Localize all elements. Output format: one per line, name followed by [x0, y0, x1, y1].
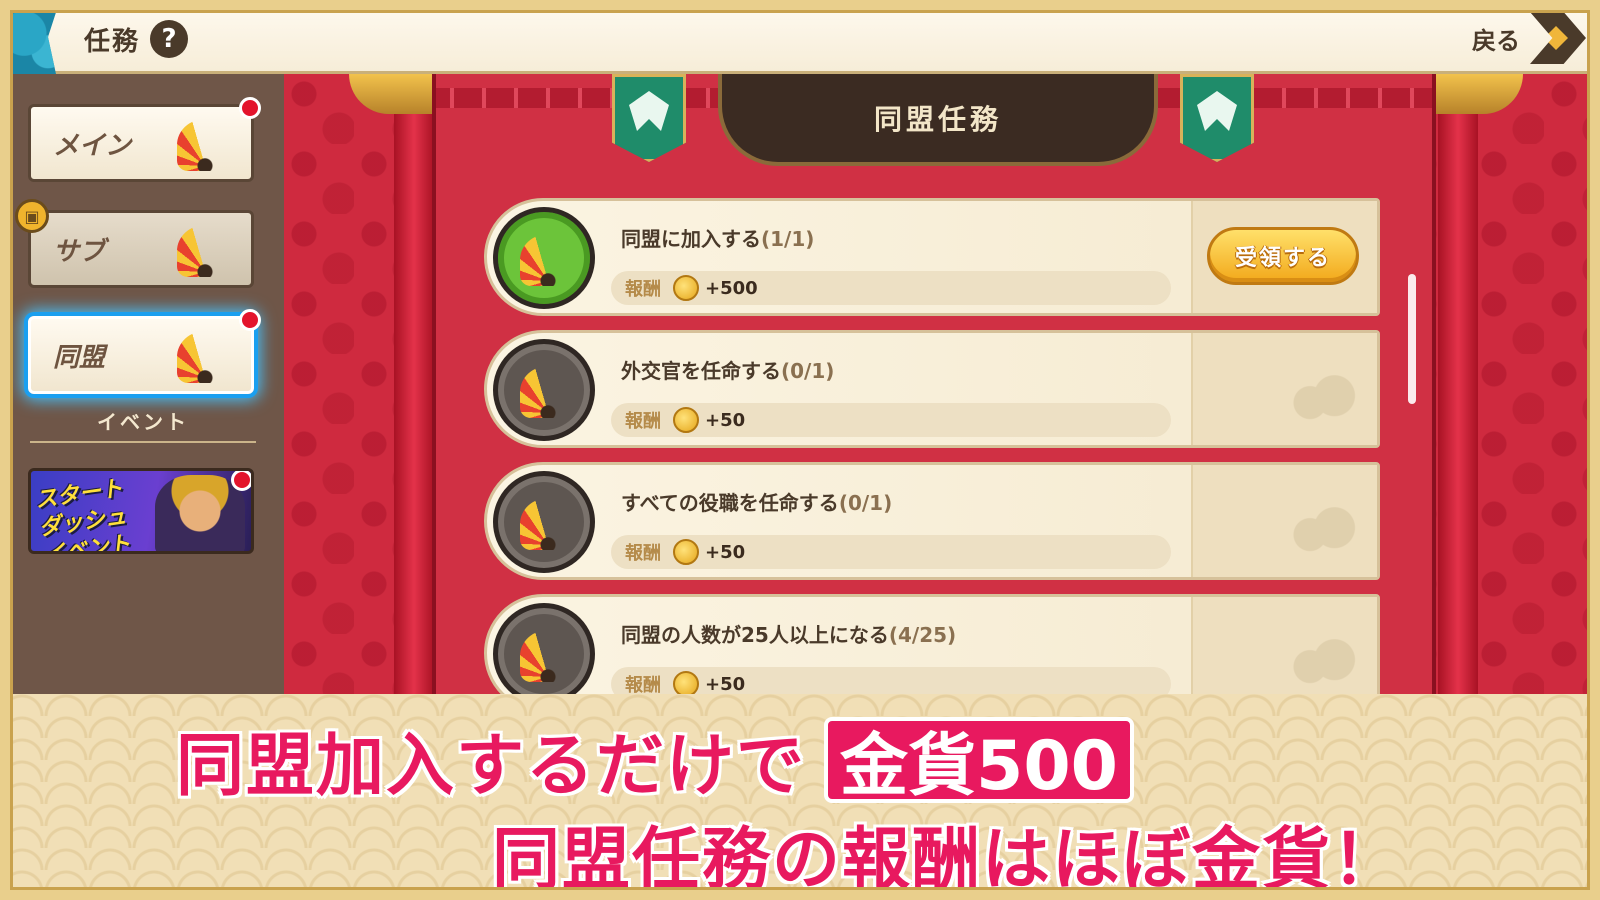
promo-line-1: 同盟加入するだけで 金貨500: [176, 710, 1134, 809]
mission-action-area: [1191, 597, 1377, 709]
gold-coin-icon: [673, 275, 699, 301]
mission-category-sidebar: メイン サブ ▣ 同盟 イベント スタート ダッシュ イベント: [12, 74, 284, 694]
fan-icon: [177, 119, 233, 171]
fan-icon: [177, 225, 233, 277]
promo-text: 同盟加入するだけで: [176, 727, 807, 806]
fan-icon: [177, 331, 233, 383]
reward-label: 報酬: [625, 279, 661, 300]
tab-alliance[interactable]: 同盟: [28, 309, 261, 394]
mission-medal: [493, 339, 595, 441]
tab-label: メイン: [53, 130, 132, 161]
mission-action-area: [1191, 465, 1377, 577]
warrior-portrait-icon: [155, 475, 245, 551]
event-section-label: イベント: [97, 410, 189, 434]
panel-title: 同盟任務: [873, 103, 1002, 136]
promo-caption: 同盟加入するだけで 金貨500 同盟任務の報酬はほぼ金貨！: [0, 694, 1600, 900]
mission-row: すべての役職を任命する(0/1) 報酬 +50: [484, 462, 1380, 580]
fan-icon: [520, 234, 576, 286]
alliance-crest-icon: [612, 74, 686, 162]
reward-label: 報酬: [625, 411, 661, 432]
reward-amount: +500: [705, 277, 758, 299]
cloud-ornament: [1289, 507, 1359, 553]
back-button[interactable]: 戻る: [1472, 12, 1586, 64]
mission-row: 受領する 同盟に加入する(1/1) 報酬 +500: [484, 198, 1380, 316]
top-bar: 任務 ? 戻る: [0, 0, 1600, 74]
promo-line-2: 同盟任務の報酬はほぼ金貨！: [492, 804, 1402, 900]
mission-list-scrollbar[interactable]: [1408, 274, 1416, 404]
mission-title: 同盟の人数が25人以上になる: [621, 623, 889, 647]
tab-label: 同盟: [53, 342, 106, 373]
back-arrow-icon: [1530, 12, 1586, 64]
start-dash-event-banner[interactable]: スタート ダッシュ イベント: [28, 468, 254, 554]
event-section-header: イベント: [30, 406, 256, 443]
notification-dot: [239, 309, 261, 331]
reward-bar: 報酬 +500: [611, 271, 1171, 305]
pillar: [394, 74, 434, 694]
mission-medal: [493, 207, 595, 309]
page-title: 任務: [84, 26, 141, 57]
mission-action-area: 受領する: [1191, 201, 1377, 313]
divider: [30, 441, 256, 443]
tab-label: サブ: [53, 236, 106, 267]
mission-name: すべての役職を任命する(0/1): [621, 487, 892, 516]
promo-highlight-text: 金貨500: [840, 727, 1118, 806]
reward-amount: +50: [705, 673, 746, 695]
reward-bar: 報酬 +50: [611, 535, 1171, 569]
back-label: 戻る: [1472, 26, 1520, 55]
mission-title: 外交官を任命する: [621, 359, 781, 383]
tab-sub[interactable]: サブ ▣: [15, 199, 254, 288]
lock-icon: ▣: [15, 199, 49, 233]
mission-action-area: [1191, 333, 1377, 445]
fan-icon: [520, 630, 576, 682]
pillar: [1438, 74, 1478, 694]
mission-name: 外交官を任命する(0/1): [621, 355, 834, 384]
mission-progress: (1/1): [761, 227, 815, 251]
mission-row: 外交官を任命する(0/1) 報酬 +50: [484, 330, 1380, 448]
event-banner-text: スタート ダッシュ イベント: [33, 476, 133, 554]
mission-progress: (4/25): [888, 623, 957, 647]
mission-medal: [493, 471, 595, 573]
fan-icon: [520, 366, 576, 418]
reward-bar: 報酬 +50: [611, 403, 1171, 437]
mission-title: 同盟に加入する: [621, 227, 761, 251]
panel-header: 同盟任務: [718, 74, 1158, 166]
notification-dot: [231, 471, 251, 491]
gold-coin-icon: [673, 539, 699, 565]
reward-amount: +50: [705, 541, 746, 563]
mission-medal: [493, 603, 595, 705]
claim-button[interactable]: 受領する: [1207, 227, 1359, 285]
alliance-crest-icon: [1180, 74, 1254, 162]
reward-amount: +50: [705, 409, 746, 431]
cloud-ornament: [1289, 639, 1359, 685]
fan-icon: [520, 498, 576, 550]
promo-text: 同盟任務の報酬はほぼ金貨！: [492, 821, 1403, 900]
mission-title: すべての役職を任命する: [621, 491, 839, 515]
mission-progress: (0/1): [838, 491, 893, 515]
notification-dot: [239, 97, 261, 119]
gold-coin-icon: [673, 407, 699, 433]
claim-label: 受領する: [1234, 246, 1331, 271]
alliance-mission-panel: 同盟任務 受領する 同盟に加入する(1/1) 報酬 +500 外交官を任命する(…: [432, 74, 1436, 712]
question-icon[interactable]: ?: [150, 20, 189, 58]
mission-name: 同盟の人数が25人以上になる(4/25): [621, 619, 956, 648]
tab-main[interactable]: メイン: [28, 97, 261, 182]
reward-label: 報酬: [625, 543, 661, 564]
mission-name: 同盟に加入する(1/1): [621, 223, 814, 252]
promo-highlight-box: 金貨500: [824, 716, 1134, 806]
title-group: 任務 ?: [84, 20, 189, 58]
mission-progress: (0/1): [781, 359, 835, 383]
cloud-ornament: [0, 0, 60, 74]
cloud-ornament: [1289, 375, 1359, 421]
mission-scene: 同盟任務 受領する 同盟に加入する(1/1) 報酬 +500 外交官を任命する(…: [284, 74, 1588, 712]
